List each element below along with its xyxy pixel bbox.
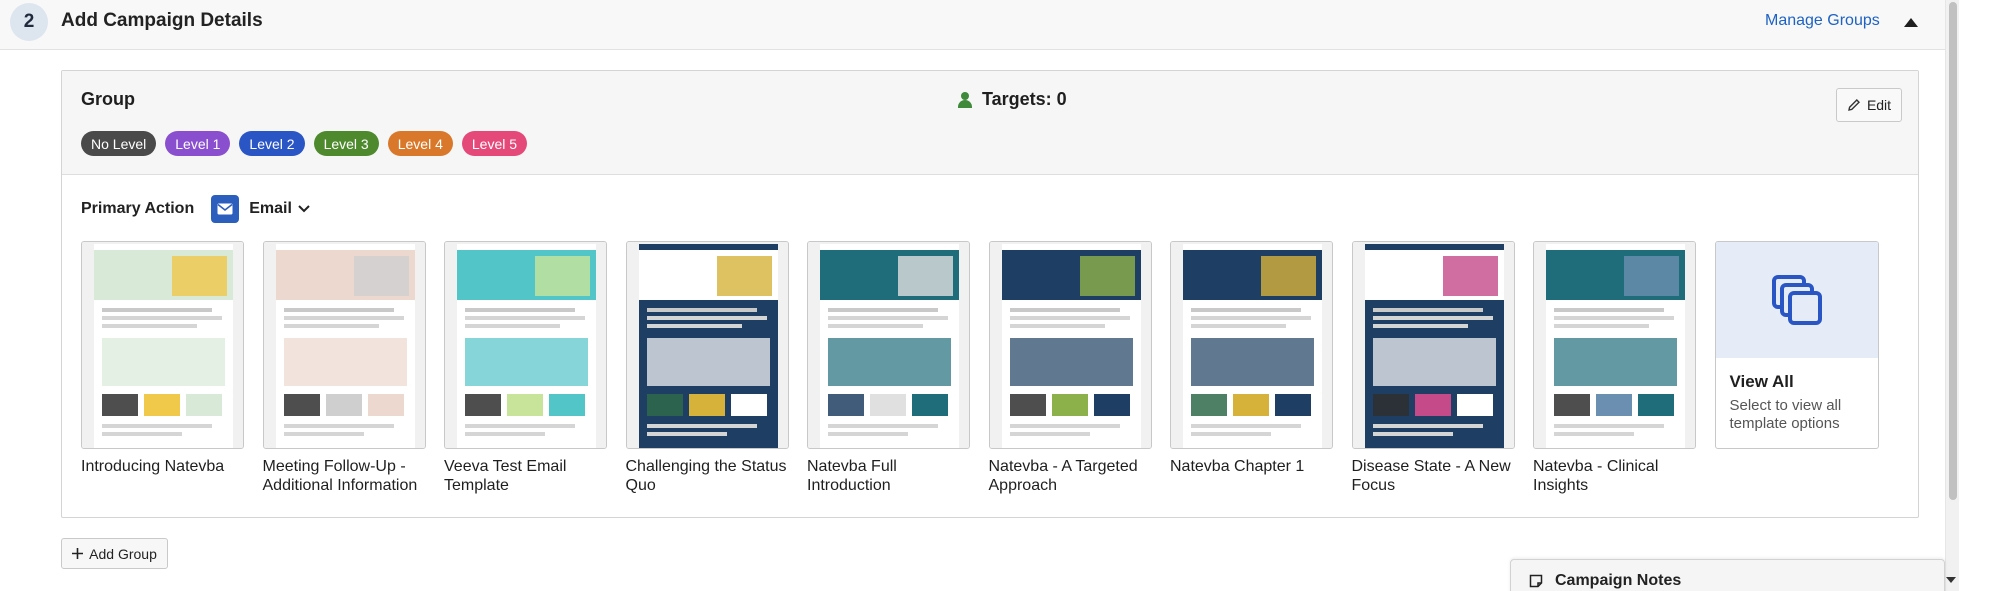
level-pill[interactable]: Level 3 xyxy=(313,131,379,156)
plus-icon xyxy=(72,548,84,559)
chevron-down-icon[interactable] xyxy=(1946,577,1956,584)
template-thumbnail[interactable] xyxy=(988,241,1152,449)
chevron-down-icon[interactable] xyxy=(298,205,310,213)
template-tile[interactable]: Natevba Full Introduction xyxy=(807,241,970,495)
view-all-card[interactable]: View All Select to view all template opt… xyxy=(1714,241,1879,449)
template-thumbnail[interactable] xyxy=(625,241,789,449)
template-name: Natevba - A Targeted Approach xyxy=(988,458,1138,494)
template-name: Meeting Follow-Up - Additional Informati… xyxy=(262,458,418,494)
template-name: Veeva Test Email Template xyxy=(444,458,567,494)
email-channel-icon[interactable] xyxy=(211,195,240,223)
section-header: 2 Add Campaign Details Manage Groups xyxy=(0,0,1945,50)
template-name: Disease State - A New Focus xyxy=(1351,458,1511,494)
template-thumbnail[interactable] xyxy=(1170,241,1333,449)
collapse-caret-icon[interactable] xyxy=(1904,18,1918,27)
template-tile[interactable]: Introducing Natevba xyxy=(81,241,244,476)
group-title: Group xyxy=(81,89,135,109)
template-name: Natevba Full Introduction xyxy=(807,458,897,494)
level-pill[interactable]: Level 5 xyxy=(461,131,528,156)
view-all-title: View All xyxy=(1729,372,1794,391)
campaign-notes-panel[interactable]: Campaign Notes xyxy=(1510,559,1956,591)
template-thumbnail[interactable] xyxy=(1351,241,1515,449)
group-card: Group Targets: 0 Edit No Level Level 1 Lev… xyxy=(61,70,1919,518)
template-name: Natevba Chapter 1 xyxy=(1170,458,1305,475)
template-tile[interactable]: Natevba - Clinical Insights xyxy=(1533,241,1696,495)
manage-groups-link[interactable]: Manage Groups xyxy=(1765,12,1880,30)
level-pill[interactable]: Level 4 xyxy=(387,131,453,156)
note-icon xyxy=(1529,574,1543,588)
template-tile[interactable]: Natevba Chapter 1 xyxy=(1170,241,1333,476)
targets-label: Targets: 0 xyxy=(982,89,1067,109)
template-thumbnail[interactable] xyxy=(81,241,244,449)
targets-count: Targets: 0 xyxy=(958,89,1067,110)
primary-action-label: Primary Action xyxy=(81,200,195,217)
copy-templates-icon xyxy=(1771,275,1822,325)
view-all-subtitle: Select to view all template options xyxy=(1729,397,1842,432)
template-thumbnail[interactable] xyxy=(262,241,426,449)
template-thumbnail[interactable] xyxy=(444,241,607,449)
level-filter-list: No Level Level 1 Level 2 Level 3 Level 4 Leve… xyxy=(81,131,528,156)
group-header: Group Targets: 0 Edit No Level Level 1 Lev… xyxy=(62,71,1918,175)
template-name: Introducing Natevba xyxy=(81,458,225,475)
level-pill[interactable]: Level 2 xyxy=(239,131,305,156)
template-name: Challenging the Status Quo xyxy=(625,458,787,494)
template-tile[interactable]: Natevba - A Targeted Approach xyxy=(988,241,1152,495)
add-group-button[interactable]: Add Group xyxy=(61,538,168,569)
template-tile[interactable]: Veeva Test Email Template xyxy=(444,241,607,495)
edit-label: Edit xyxy=(1866,97,1892,113)
level-pill[interactable]: Level 1 xyxy=(165,131,231,156)
primary-action-row: Primary Action Email xyxy=(81,194,310,224)
section-title: Add Campaign Details xyxy=(61,10,263,31)
edit-button[interactable]: Edit xyxy=(1836,88,1902,122)
scrollbar-thumb[interactable] xyxy=(1949,2,1957,500)
channel-select[interactable]: Email xyxy=(249,200,292,218)
template-thumbnail[interactable] xyxy=(1533,241,1696,449)
person-icon xyxy=(958,91,972,108)
step-number-badge: 2 xyxy=(10,3,48,41)
template-tile[interactable]: Meeting Follow-Up - Additional Informati… xyxy=(262,241,426,495)
pencil-icon xyxy=(1848,99,1860,111)
campaign-notes-label: Campaign Notes xyxy=(1555,572,1682,589)
template-tile[interactable]: Disease State - A New Focus xyxy=(1351,241,1515,495)
template-tile[interactable]: Challenging the Status Quo xyxy=(625,241,789,495)
template-thumbnail[interactable] xyxy=(807,241,970,449)
level-pill[interactable]: No Level xyxy=(81,131,157,156)
view-all-icon-area xyxy=(1715,242,1878,358)
scrollbar[interactable] xyxy=(1945,0,1959,591)
template-name: Natevba - Clinical Insights xyxy=(1533,458,1659,494)
add-group-label: Add Group xyxy=(89,545,157,562)
